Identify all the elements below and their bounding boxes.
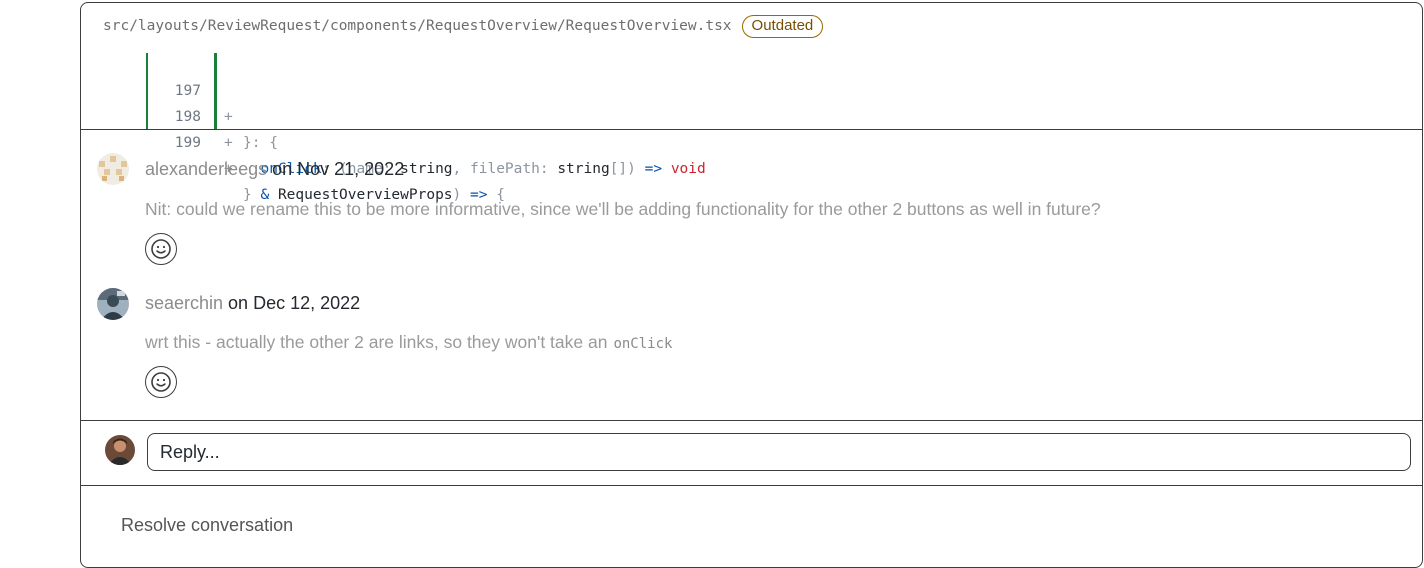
diff-sign: + [224,135,233,151]
add-reaction-button[interactable] [145,366,177,398]
comment-date[interactable]: Nov 21, 2022 [297,159,404,179]
code-line: 198 + onClick: (name: string, filePath: … [81,78,706,177]
avatar[interactable] [97,288,129,320]
current-user-avatar [105,435,135,465]
add-reaction-button[interactable] [145,233,177,265]
file-path[interactable]: src/layouts/ReviewRequest/components/Req… [103,18,732,34]
review-thread: src/layouts/ReviewRequest/components/Req… [80,2,1423,568]
comment-date[interactable]: Dec 12, 2022 [253,293,360,313]
line-number: 197 [174,83,201,99]
inline-code: onClick [613,336,673,352]
outdated-badge: Outdated [741,14,824,38]
comment-date-prefix: on [267,159,298,179]
code-snippet: 197 + }: { 198 + onClick: (name: string,… [81,49,1422,203]
reply-area [81,420,1422,486]
comment-author[interactable]: seaerchin [145,293,223,313]
avatar[interactable] [97,153,129,185]
comment-text: wrt this - actually the other 2 are link… [145,332,608,352]
diff-added-bar [214,53,217,129]
resolve-conversation-button[interactable]: Resolve conversation [121,515,293,536]
line-number: 199 [174,135,201,151]
comment-header: alexanderleegs on Nov 21, 2022 [145,159,404,180]
comment-author[interactable]: alexanderleegs [145,159,267,179]
code-text: }: { [243,135,278,151]
comment-body: Nit: could we rename this to be more inf… [145,199,1101,219]
diff-gutter-bar [146,53,148,129]
smiley-icon [151,239,171,259]
user-photo-icon [105,435,135,465]
code-line: 199 + } & RequestOverviewProps) => { [81,104,505,203]
reply-input[interactable] [147,433,1411,471]
user-photo-icon [97,288,129,320]
diff-sign: + [224,109,233,125]
code-line: 197 + }: { [81,52,278,151]
identicon-icon [97,153,129,185]
comment-header: seaerchin on Dec 12, 2022 [145,293,360,314]
line-number: 198 [174,109,201,125]
comment-body: wrt this - actually the other 2 are link… [145,332,672,353]
comment-date-prefix: on [223,293,254,313]
file-header: src/layouts/ReviewRequest/components/Req… [81,3,1422,49]
smiley-icon [151,372,171,392]
